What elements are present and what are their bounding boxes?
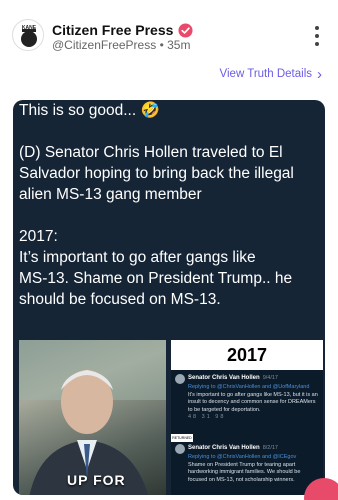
tweet-author: Senator Chris Van Hollen	[188, 445, 260, 452]
post-header: KANE Citizen Free Press @CitizenFreePres…	[0, 0, 338, 60]
tweet-body: It's important to go after gangs like MS…	[188, 391, 318, 413]
tweet-header: Senator Chris Van Hollen 8/2/17	[175, 444, 321, 454]
account-meta: @CitizenFreePress • 35m	[52, 38, 190, 52]
post-text: This is so good... 🤣 (D) Senator Chris H…	[19, 100, 319, 310]
senator-photo: UP FOR	[19, 340, 166, 495]
tweet-avatar	[175, 444, 185, 454]
view-truth-details-label: View Truth Details	[219, 68, 312, 80]
post-line: MS-13. Shame on President Trump.. he	[19, 270, 293, 287]
account-avatar[interactable]: KANE	[12, 19, 44, 51]
tweet-author: Senator Chris Van Hollen	[188, 375, 260, 382]
meta-separator: •	[159, 38, 164, 52]
tweet-actions: 48 31 98	[188, 414, 226, 420]
more-vertical-icon-dot	[315, 34, 319, 38]
post-line: should be focused on MS-13.	[19, 291, 221, 308]
verified-badge-icon	[178, 22, 193, 38]
photo-caption: UP FOR	[67, 472, 126, 488]
post-line: (D) Senator Chris Hollen traveled to El	[19, 144, 283, 161]
avatar-logo-icon: KANE	[14, 21, 43, 50]
embedded-tweet: Senator Chris Van Hollen 8/2/17 Replying…	[175, 444, 321, 484]
post-line-gap	[19, 121, 319, 142]
tweet-body: Shame on President Trump for tearing apa…	[188, 461, 301, 483]
year-label: 2017	[171, 340, 323, 370]
avatar-text: KANE	[22, 25, 37, 31]
tweet-reply-to: Replying to @ChrisVanHollen and @UofMary…	[188, 384, 310, 390]
post-line-gap	[19, 205, 319, 226]
post-line: It’s important to go after gangs like	[19, 249, 256, 266]
post-line: alien MS-13 gang member	[19, 186, 202, 203]
tweet-header: Senator Chris Van Hollen 9/4/17	[175, 374, 321, 384]
tweet-date: 8/2/17	[262, 445, 278, 452]
post-line: 2017:	[19, 228, 58, 245]
post-line: This is so good... 🤣	[19, 102, 160, 119]
mini-thumbnail: RETURNED	[171, 434, 193, 442]
account-handle[interactable]: @CitizenFreePress	[52, 38, 156, 52]
more-options-button[interactable]	[310, 26, 324, 46]
chevron-right-icon: ›	[317, 65, 322, 83]
tweet-date: 9/4/17	[262, 375, 278, 382]
embedded-image-collage[interactable]: UP FOR 2017 Senator Chris Van Hollen 9/4…	[19, 340, 323, 495]
embedded-tweet: Senator Chris Van Hollen 9/4/17 Replying…	[175, 374, 321, 422]
tweet-screenshots: 2017 Senator Chris Van Hollen 9/4/17 Rep…	[171, 340, 323, 495]
post-line: Salvador hoping to bring back the illega…	[19, 165, 294, 182]
account-name-row: Citizen Free Press	[52, 22, 193, 38]
account-name[interactable]: Citizen Free Press	[52, 22, 173, 38]
post-timestamp[interactable]: 35m	[167, 38, 190, 52]
view-truth-details-link[interactable]: View Truth Details ›	[219, 65, 322, 83]
tweet-avatar	[175, 374, 185, 384]
more-vertical-icon-dot	[315, 26, 319, 30]
more-vertical-icon-dot	[315, 42, 319, 46]
tweet-reply-to: Replying to @ChrisVanHollen and @ICEgov	[188, 454, 297, 460]
post-media-card[interactable]: This is so good... 🤣 (D) Senator Chris H…	[13, 100, 325, 495]
